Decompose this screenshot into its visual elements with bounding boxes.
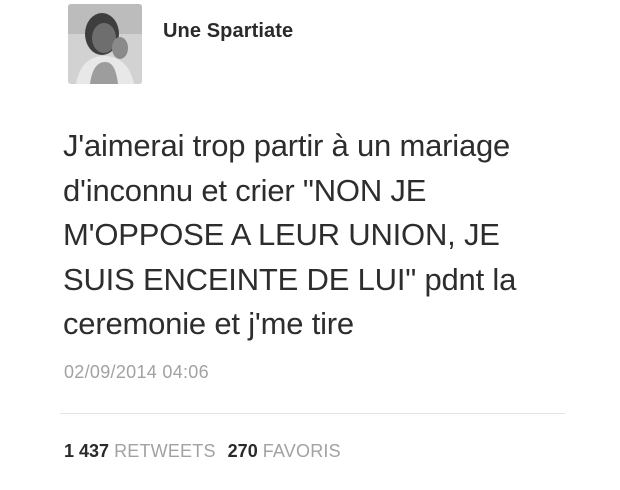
tweet-timestamp[interactable]: 02/09/2014 04:06 — [64, 362, 209, 383]
avatar[interactable] — [68, 4, 142, 84]
tweet-stats: 1 437 RETWEETS 270 FAVORIS — [64, 441, 341, 462]
retweets-count: 1 437 — [64, 441, 110, 461]
favorites-count: 270 — [227, 441, 258, 461]
divider — [60, 413, 565, 414]
tweet-card: Une Spartiate J'aimerai trop partir à un… — [0, 0, 620, 490]
favorites-stat[interactable]: 270 FAVORIS — [228, 441, 341, 461]
avatar-photo — [68, 4, 142, 84]
favorites-label: FAVORIS — [262, 441, 341, 461]
author-display-name[interactable]: Une Spartiate — [163, 20, 293, 43]
retweets-label: RETWEETS — [114, 441, 216, 461]
tweet-text: J'aimerai trop partir à un mariage d'inc… — [63, 128, 517, 341]
retweets-stat[interactable]: 1 437 RETWEETS — [64, 441, 216, 461]
